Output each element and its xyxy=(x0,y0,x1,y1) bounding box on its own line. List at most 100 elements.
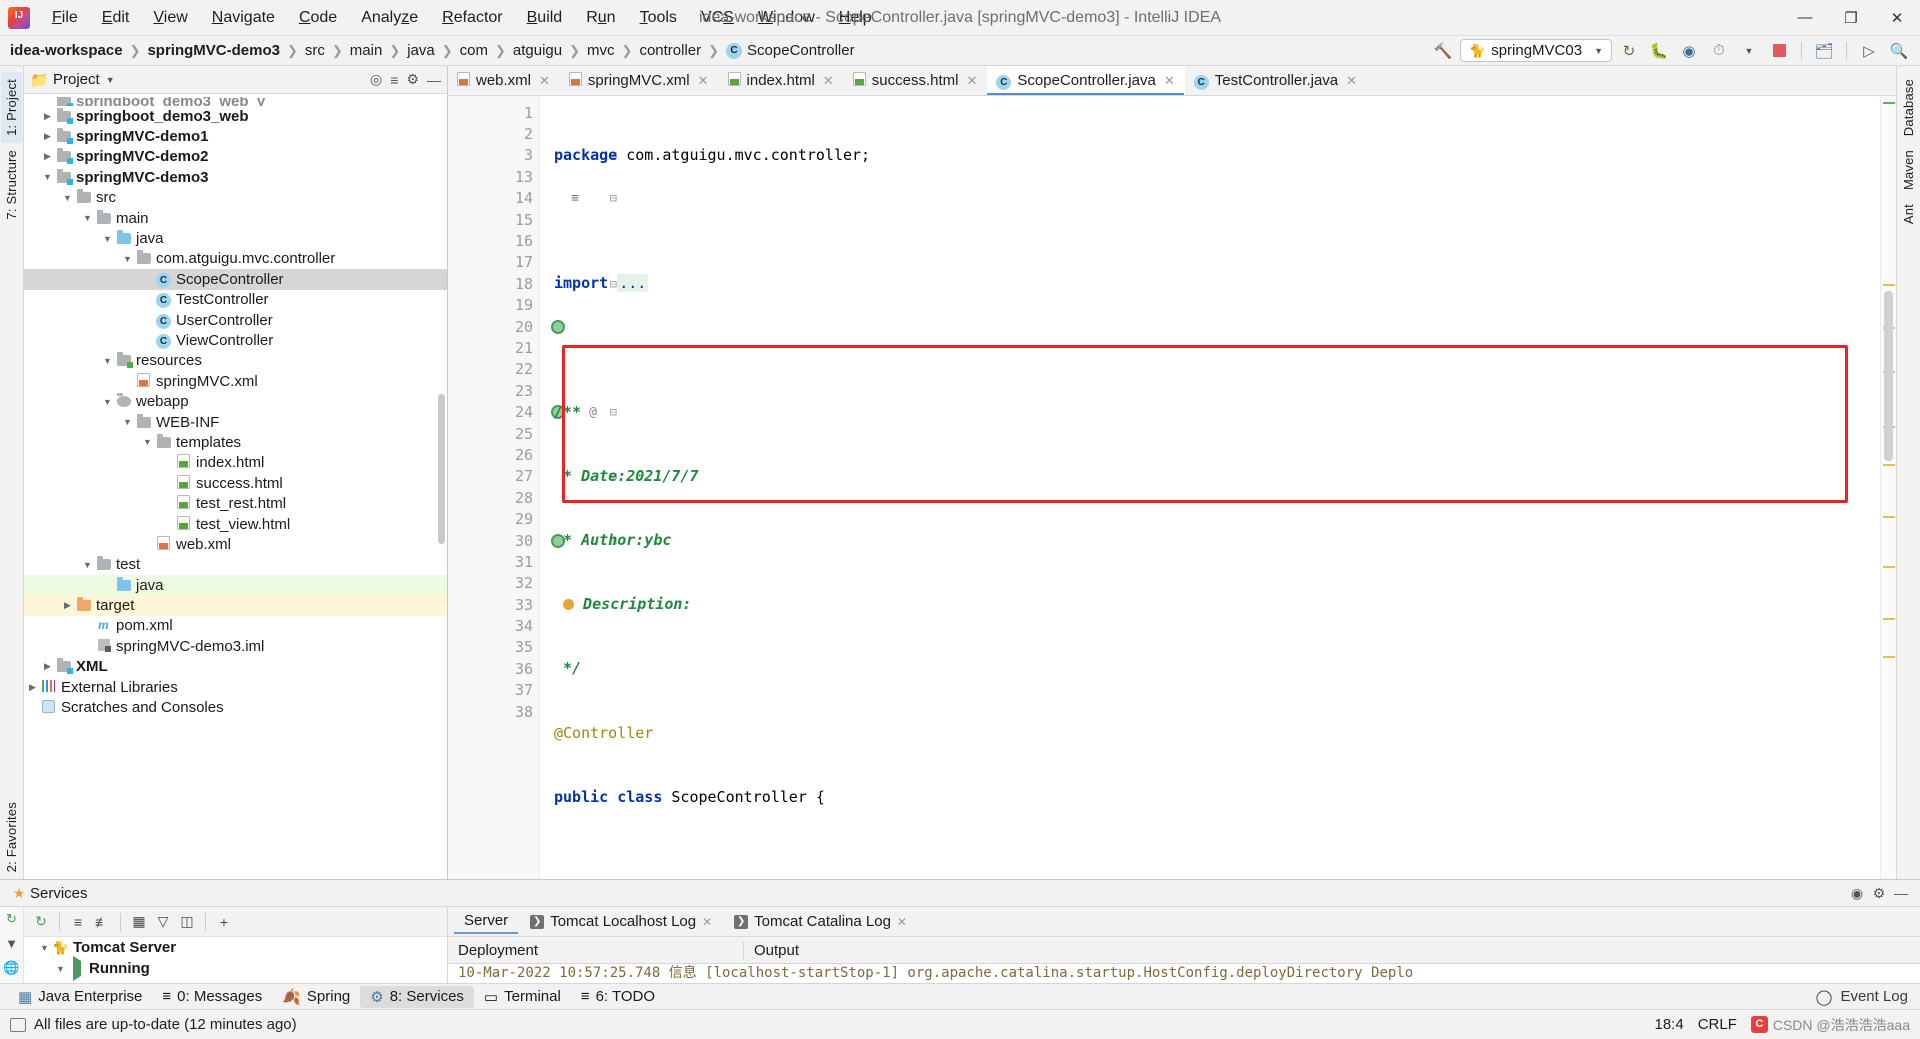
run-configuration-selector[interactable]: 🐈 springMVC03 ▼ xyxy=(1460,39,1612,62)
tree-row-java[interactable]: ▼ java xyxy=(24,228,447,248)
menu-tools[interactable]: Tools xyxy=(628,5,689,31)
tree-expander[interactable]: ▶ xyxy=(63,600,72,611)
project-tree-scrollbar[interactable] xyxy=(438,394,445,544)
editor-tab-index-html[interactable]: index.html ✕ xyxy=(719,66,844,95)
tree-expander[interactable]: ▶ xyxy=(43,151,52,162)
services-row-running[interactable]: ▼ Running xyxy=(24,956,447,981)
editor-marker-bar[interactable] xyxy=(1880,96,1896,879)
tree-expander[interactable]: ▼ xyxy=(143,437,152,447)
close-icon[interactable]: ✕ xyxy=(1164,73,1175,89)
bottom-tab-spring[interactable]: 🍂 Spring xyxy=(272,986,360,1008)
breadcrumb-src[interactable]: src xyxy=(303,40,327,61)
maximize-button[interactable]: ❐ xyxy=(1828,0,1874,36)
group-icon[interactable]: ▦ xyxy=(128,911,150,933)
close-icon[interactable]: ✕ xyxy=(897,915,907,929)
filter-icon[interactable]: ▼ xyxy=(5,936,18,951)
tree-expander[interactable]: ▼ xyxy=(40,943,49,953)
services-row-tomcat-server[interactable]: ▼ 🐈 Tomcat Server xyxy=(24,937,447,958)
breadcrumb-main[interactable]: main xyxy=(348,40,385,61)
services-tab-server[interactable]: Server xyxy=(454,909,519,934)
services-subheader-deployment[interactable]: Deployment xyxy=(448,941,744,959)
folded-imports[interactable]: ... xyxy=(617,274,649,293)
tree-expander[interactable]: ▼ xyxy=(123,417,132,427)
minimize-button[interactable]: — xyxy=(1782,0,1828,36)
profiler-icon[interactable]: ⏱ xyxy=(1706,39,1732,63)
editor-scrollbar-thumb[interactable] xyxy=(1884,291,1893,461)
tree-expander[interactable]: ▼ xyxy=(83,213,92,223)
tree-row-main[interactable]: ▼ main xyxy=(24,208,447,228)
rerun-icon[interactable]: ↻ xyxy=(1616,39,1642,63)
editor-tab-web-xml[interactable]: web.xml ✕ xyxy=(448,66,560,95)
breadcrumb-controller[interactable]: controller xyxy=(637,40,703,61)
add-icon[interactable]: + xyxy=(213,911,235,933)
tree-row-testcontroller[interactable]: C TestController xyxy=(24,290,447,310)
tree-row-resources[interactable]: ▼ resources xyxy=(24,351,447,371)
services-subheader-output[interactable]: Output xyxy=(744,942,799,959)
services-log-output[interactable]: 10-Mar-2022 10:57:25.748 信息 [localhost-s… xyxy=(448,964,1920,983)
search-icon[interactable]: 🔍 xyxy=(1886,39,1912,63)
editor-tab-testcontroller-java[interactable]: C TestController.java ✕ xyxy=(1185,66,1367,95)
menu-code[interactable]: Code xyxy=(287,5,349,31)
web-icon[interactable]: 🌐 xyxy=(3,960,19,976)
bottom-tab-todo[interactable]: ≡ 6: TODO xyxy=(571,986,665,1007)
debug-icon[interactable]: 🐛 xyxy=(1646,39,1672,63)
tree-row-test-java[interactable]: java xyxy=(24,574,447,596)
hammer-icon[interactable]: 🔨 xyxy=(1430,39,1456,63)
expand-all-icon[interactable]: ≡ xyxy=(67,911,89,933)
menu-window[interactable]: Window xyxy=(746,5,827,31)
tree-row-usercontroller[interactable]: C UserController xyxy=(24,310,447,330)
close-icon[interactable]: ✕ xyxy=(967,73,978,89)
project-structure-icon[interactable]: 🗂 xyxy=(1811,39,1837,63)
chevron-down-icon[interactable]: ▼ xyxy=(106,75,115,85)
tree-row-webapp[interactable]: ▼ webapp xyxy=(24,391,447,411)
breadcrumb-atguigu[interactable]: atguigu xyxy=(511,40,564,61)
tree-row-springboot-demo3-web[interactable]: ▶ springboot_demo3_web xyxy=(24,106,447,126)
bottom-tab-java-enterprise[interactable]: ▦ Java Enterprise xyxy=(8,986,152,1008)
profiler-dropdown-icon[interactable]: ▼ xyxy=(1736,39,1762,63)
close-icon[interactable]: ✕ xyxy=(823,73,834,89)
event-log-label[interactable]: Event Log xyxy=(1840,988,1908,1005)
filter-icon[interactable]: ▽ xyxy=(152,911,174,933)
hide-icon[interactable]: — xyxy=(1890,885,1912,901)
run-with-coverage-icon[interactable]: ◉ xyxy=(1676,39,1702,63)
menu-build[interactable]: Build xyxy=(515,5,575,31)
tree-expander[interactable]: ▼ xyxy=(103,234,112,244)
tree-row-pom-xml[interactable]: m pom.xml xyxy=(24,616,447,636)
services-tab-tomcat-catalina-log[interactable]: ❯ Tomcat Catalina Log ✕ xyxy=(724,910,917,933)
menu-view[interactable]: View xyxy=(141,5,199,31)
services-tab-tomcat-localhost-log[interactable]: ❯ Tomcat Localhost Log ✕ xyxy=(520,910,722,933)
editor-tab-success-html[interactable]: success.html ✕ xyxy=(844,66,988,95)
tree-row-package[interactable]: ▼ com.atguigu.mvc.controller xyxy=(24,249,447,269)
tree-row-success-html[interactable]: success.html xyxy=(24,473,447,493)
menu-file[interactable]: File xyxy=(40,5,90,31)
terminal-icon[interactable]: ▷ xyxy=(1856,39,1882,63)
locate-icon[interactable]: ◎ xyxy=(370,71,382,88)
stop-icon[interactable] xyxy=(1766,39,1792,63)
menu-analyze[interactable]: Analyze xyxy=(349,5,430,31)
tree-expander[interactable]: ▼ xyxy=(103,397,112,407)
tree-expander[interactable]: ▶ xyxy=(28,682,37,693)
close-icon[interactable]: ✕ xyxy=(1346,73,1357,89)
tool-tab-structure[interactable]: 7: Structure xyxy=(1,143,22,227)
tree-expander[interactable]: ▼ xyxy=(123,254,132,264)
editor-tab-springmvc-xml[interactable]: springMVC.xml ✕ xyxy=(560,66,719,95)
tree-row-springmvc-xml[interactable]: springMVC.xml xyxy=(24,371,447,391)
bottom-tab-messages[interactable]: ≡ 0: Messages xyxy=(152,986,272,1007)
tool-tab-favorites[interactable]: 2: Favorites xyxy=(1,795,22,879)
tree-row-scopecontroller[interactable]: C ScopeController xyxy=(24,269,447,290)
tree-row-web-inf[interactable]: ▼ WEB-INF xyxy=(24,412,447,432)
menu-refactor[interactable]: Refactor xyxy=(430,5,514,31)
tree-row-test-view-html[interactable]: test_view.html xyxy=(24,514,447,534)
breadcrumb-scopecontroller[interactable]: C ScopeController xyxy=(724,40,857,61)
tree-row-web-xml[interactable]: web.xml xyxy=(24,534,447,554)
collapse-all-icon[interactable]: ≡ xyxy=(390,72,398,88)
tree-expander[interactable]: ▶ xyxy=(43,131,52,142)
tree-row-springmvc-demo1[interactable]: ▶ springMVC-demo1 xyxy=(24,126,447,146)
close-button[interactable]: ✕ xyxy=(1874,0,1920,36)
settings-icon[interactable]: ⚙ xyxy=(1868,885,1890,902)
tree-row-springmvc-demo2[interactable]: ▶ springMVC-demo2 xyxy=(24,147,447,167)
tree-row-test[interactable]: ▼ test xyxy=(24,555,447,575)
rerun-icon[interactable]: ↻ xyxy=(6,911,17,927)
tree-row-xml-module[interactable]: ▶ XML xyxy=(24,657,447,677)
tree-row-templates[interactable]: ▼ templates xyxy=(24,432,447,452)
